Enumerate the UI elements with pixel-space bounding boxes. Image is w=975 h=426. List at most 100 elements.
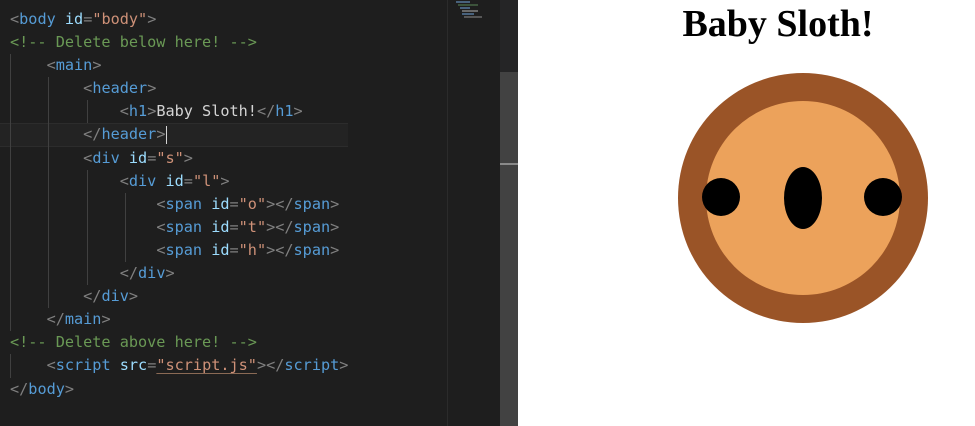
code-token: div xyxy=(138,264,166,283)
code-token: </ xyxy=(83,125,102,144)
indent-guide xyxy=(10,146,11,170)
indent-guide xyxy=(86,262,88,286)
code-token: > xyxy=(293,102,303,121)
code-token: "l" xyxy=(192,171,221,190)
code-line[interactable]: </header> xyxy=(0,123,349,147)
code-token: > xyxy=(330,217,340,236)
indent-guide xyxy=(125,238,127,263)
code-token: = xyxy=(183,171,193,190)
indent-guide xyxy=(86,215,88,239)
code-token: span xyxy=(165,194,203,213)
code-line[interactable]: <h1>Baby Sloth!</h1> xyxy=(0,100,348,124)
code-token: < xyxy=(10,10,20,28)
code-line[interactable]: <header> xyxy=(0,77,348,101)
code-token: < xyxy=(119,171,129,190)
code-line[interactable]: </div> xyxy=(0,262,348,286)
page-heading: Baby Sloth! xyxy=(682,3,874,45)
code-token: </ xyxy=(10,379,29,398)
code-token: > xyxy=(330,194,340,213)
indent-guide xyxy=(10,285,11,309)
code-token: "h" xyxy=(238,240,267,259)
code-token: > xyxy=(220,171,230,190)
code-token: </ xyxy=(46,310,65,329)
code-token: > xyxy=(128,287,139,306)
code-token: div xyxy=(92,148,120,167)
code-token: < xyxy=(83,79,93,98)
code-token: id xyxy=(211,194,230,213)
code-line[interactable]: <span id="h"></span> xyxy=(0,238,348,263)
code-token: > xyxy=(64,379,75,398)
code-line[interactable]: <div id="l"> xyxy=(0,169,348,193)
code-lines[interactable]: <body id="body"> <!-- Delete below here! … xyxy=(0,8,349,401)
code-token: h1 xyxy=(275,102,294,121)
code-token: div xyxy=(128,171,157,190)
code-token: = xyxy=(229,240,239,259)
code-line[interactable]: <main> xyxy=(0,54,348,78)
scrollbar-cursor-marker xyxy=(500,163,518,165)
code-line[interactable]: <div id="s"> xyxy=(0,146,348,170)
indent-guide xyxy=(125,215,127,239)
code-token: ></ xyxy=(266,240,294,259)
code-token: header xyxy=(101,125,157,144)
code-editor[interactable]: <body id="body"> <!-- Delete below here! … xyxy=(0,0,447,426)
code-line[interactable]: <!-- Delete above here! --> xyxy=(0,331,348,354)
indent-guide xyxy=(86,100,88,124)
code-token: > xyxy=(147,79,157,98)
sloth-nose xyxy=(784,167,822,229)
code-token: > xyxy=(92,56,102,75)
code-line[interactable]: <span id="o"></span> xyxy=(0,192,348,216)
code-token: span xyxy=(293,194,331,213)
code-line[interactable]: </div> xyxy=(0,285,348,309)
minimap-thumbnail xyxy=(456,1,482,18)
code-line[interactable]: </main> xyxy=(0,308,348,332)
indent-guide xyxy=(48,146,50,170)
indent-guide xyxy=(125,192,127,216)
code-token: < xyxy=(83,148,93,167)
code-token: </ xyxy=(83,287,102,306)
code-token: body xyxy=(28,379,65,398)
indent-guide xyxy=(86,169,88,193)
indent-guide xyxy=(48,238,50,263)
indent-guide xyxy=(10,354,11,378)
code-token: main xyxy=(55,56,93,75)
code-token: < xyxy=(119,102,129,121)
indent-guide xyxy=(10,308,11,332)
code-token: > xyxy=(183,148,193,167)
code-token: main xyxy=(64,310,102,329)
code-token: </ xyxy=(119,264,139,283)
code-token: id xyxy=(211,240,230,259)
indent-guide xyxy=(10,100,11,124)
code-line[interactable]: <body id="body"> xyxy=(0,8,348,31)
indent-guide xyxy=(10,169,11,193)
code-line[interactable]: <span id="t"></span> xyxy=(0,215,348,239)
code-line[interactable]: <script src="script.js"></script> xyxy=(0,354,348,378)
scrollbar-slider[interactable] xyxy=(500,72,518,426)
code-token: script xyxy=(55,356,111,375)
code-token: id xyxy=(128,148,148,167)
indent-guide xyxy=(10,215,11,239)
code-token: > xyxy=(147,10,157,28)
code-line[interactable]: </body> xyxy=(0,378,348,401)
code-token: id xyxy=(64,10,84,28)
indent-guide xyxy=(10,123,11,147)
code-token: Baby Sloth! xyxy=(156,102,257,121)
minimap[interactable] xyxy=(447,0,501,426)
indent-guide xyxy=(48,100,50,124)
code-token: span xyxy=(293,240,331,259)
editor-scrollbar[interactable] xyxy=(500,0,518,426)
sloth-right-eye xyxy=(864,178,902,216)
indent-guide xyxy=(48,123,50,147)
code-line[interactable]: <!-- Delete below here! --> xyxy=(0,31,348,54)
code-token: <!-- Delete above here! --> xyxy=(10,333,257,352)
